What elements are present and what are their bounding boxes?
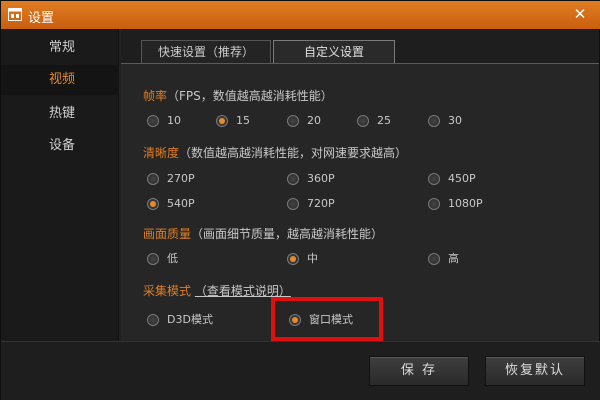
save-button[interactable]: 保 存 (369, 356, 469, 386)
sidebar-item-hotkeys[interactable]: 热键 (1, 99, 119, 129)
capture-mode-heading: 采集模式 （查看模式说明） (143, 284, 291, 298)
sidebar-item-devices[interactable]: 设备 (1, 131, 119, 161)
tab-quick-settings[interactable]: 快速设置（推荐） (141, 40, 271, 64)
settings-window: 设置 ✕ 常规 视频 热键 设备 快速设置（推荐） 自定义设置 帧率（FPS，数… (0, 0, 600, 400)
close-icon[interactable]: ✕ (563, 2, 597, 26)
highlight-annotation (271, 297, 383, 341)
quality-heading: 画面质量（画面细节质量，越高越消耗性能） (143, 227, 384, 241)
sidebar-item-general[interactable]: 常规 (1, 33, 119, 63)
framerate-heading: 帧率（FPS，数值越高越消耗性能） (143, 89, 333, 103)
title-bar: 设置 ✕ (1, 1, 600, 29)
video-settings-panel: 快速设置（推荐） 自定义设置 帧率（FPS，数值越高越消耗性能） 10 15 2… (121, 29, 599, 341)
sidebar: 常规 视频 热键 设备 (1, 29, 119, 341)
resolution-heading: 清晰度（数值越高越消耗性能，对网速要求越高） (143, 146, 408, 160)
tab-custom-settings[interactable]: 自定义设置 (273, 40, 395, 64)
tab-divider (121, 63, 599, 64)
tab-bar: 快速设置（推荐） 自定义设置 (121, 29, 599, 64)
mode-help-link[interactable]: （查看模式说明） (195, 284, 291, 298)
sidebar-item-video[interactable]: 视频 (1, 65, 119, 95)
settings-window-icon (8, 8, 22, 21)
restore-defaults-button[interactable]: 恢复默认 (485, 356, 585, 386)
footer-bar: 保 存 恢复默认 (1, 341, 600, 400)
window-title: 设置 (28, 11, 55, 26)
